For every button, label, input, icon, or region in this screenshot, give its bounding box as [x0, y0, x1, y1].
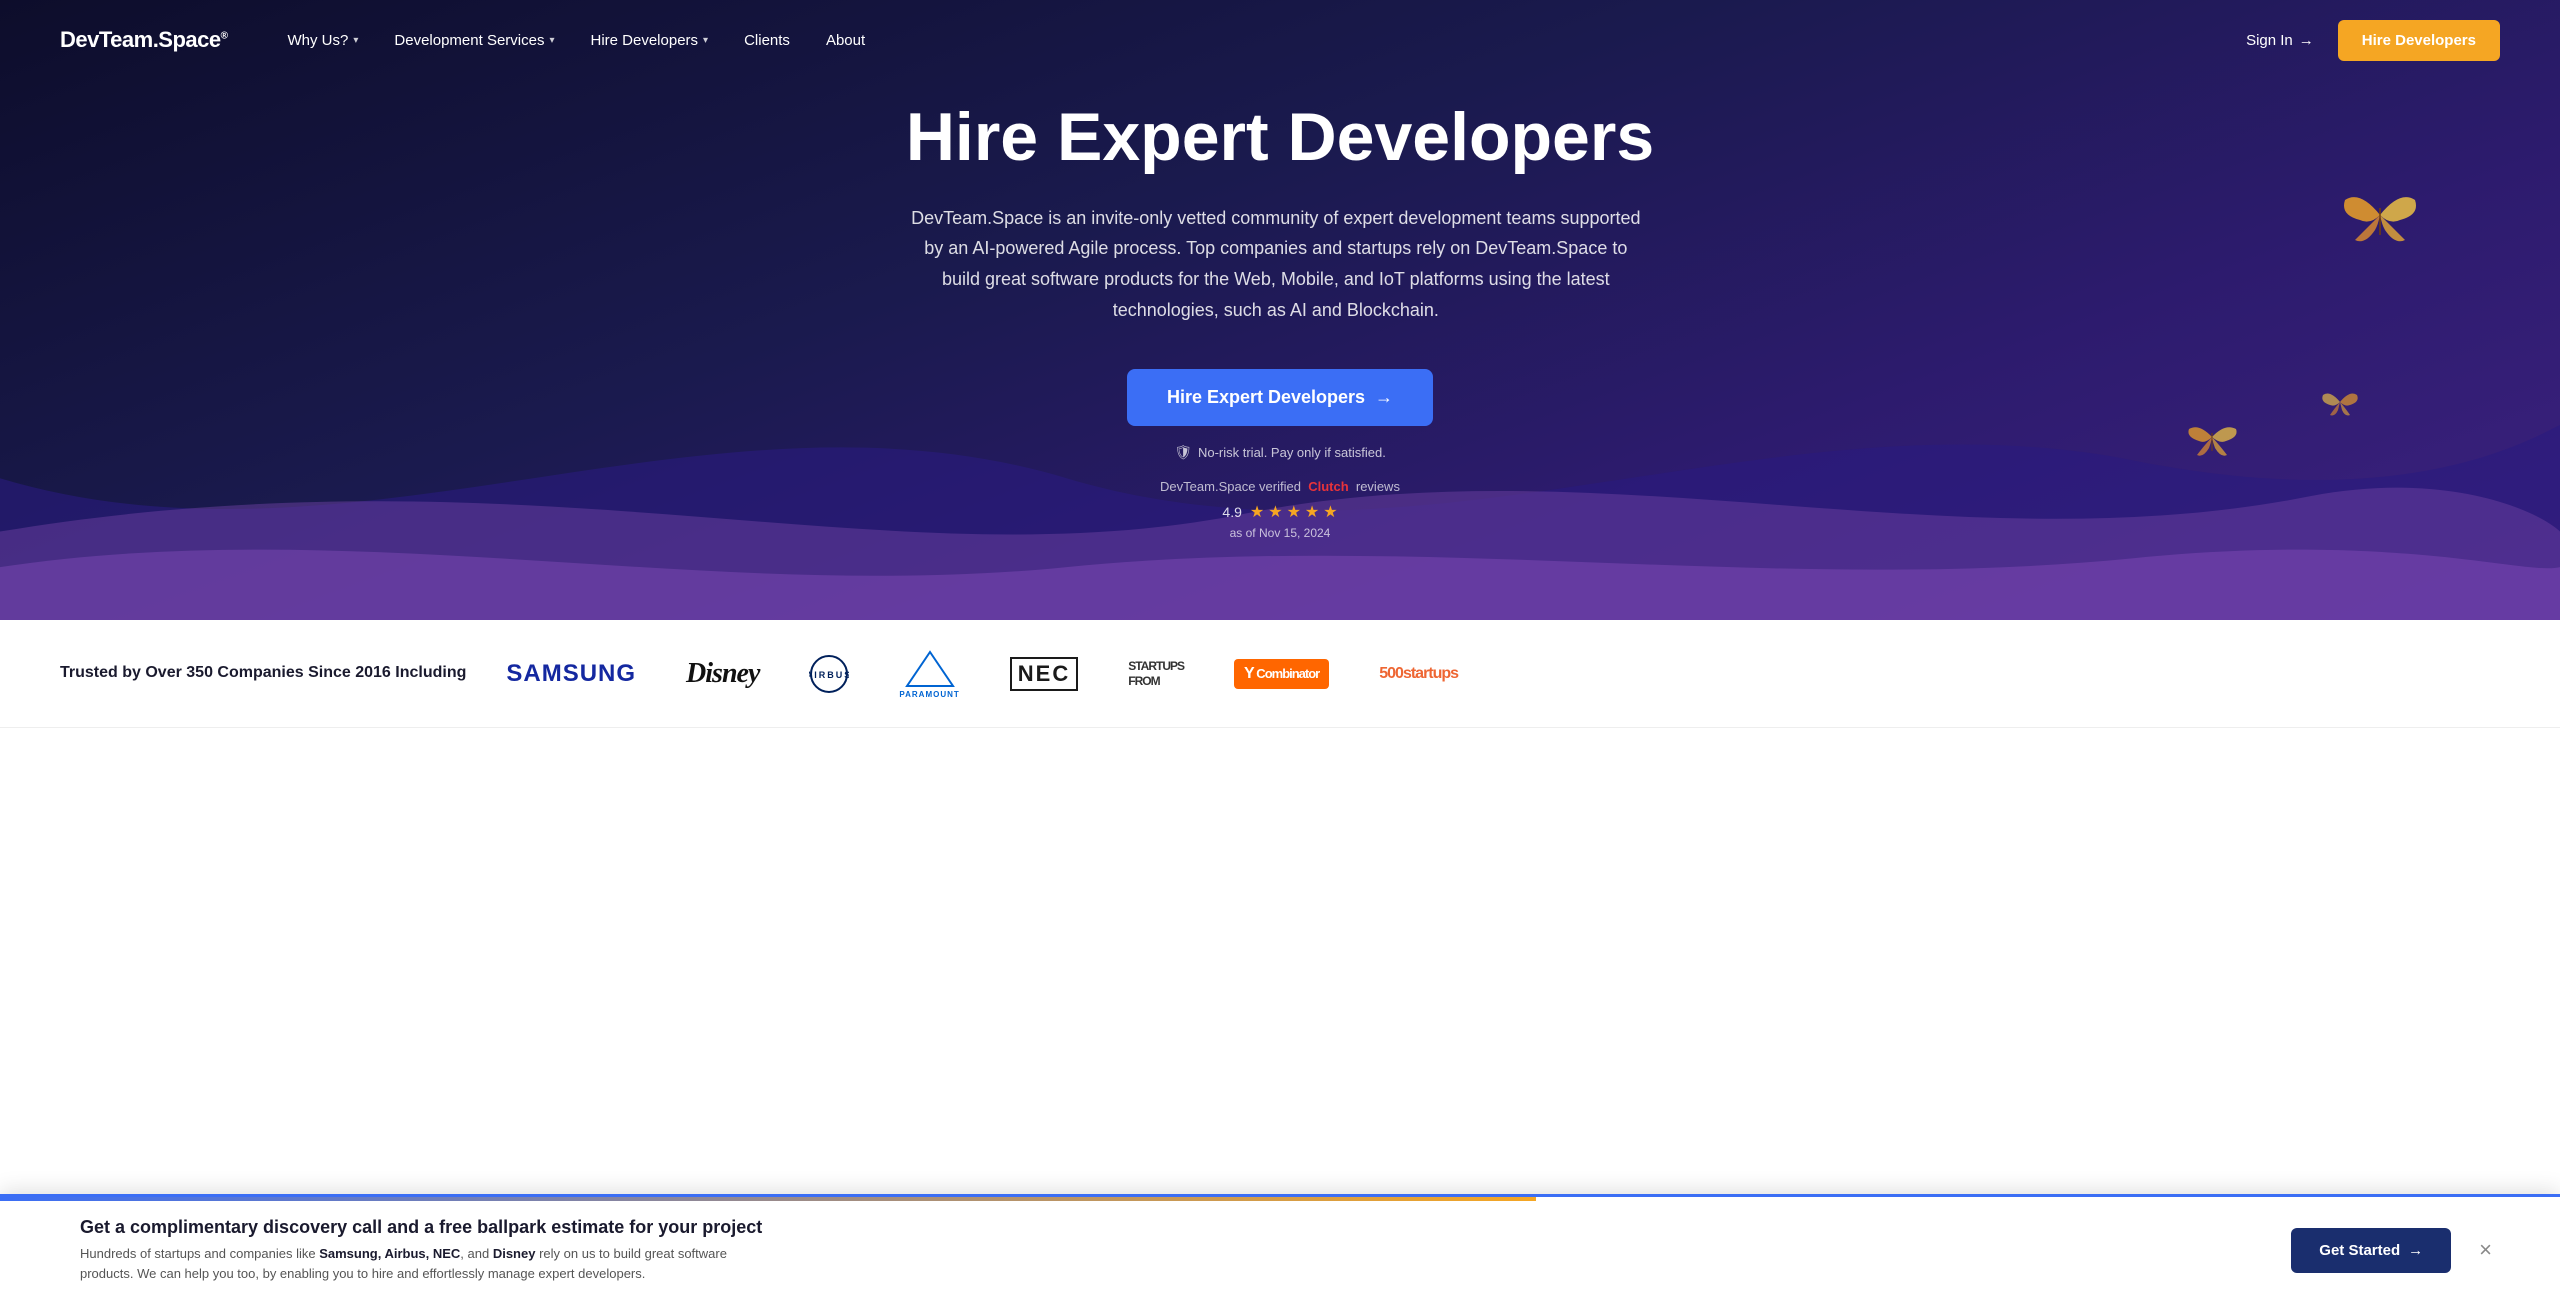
hire-developers-button[interactable]: Hire Developers: [2338, 20, 2500, 61]
company-logos-row: SAMSUNG Disney AIRBUS PARAMOUNT PARAMOUN…: [506, 648, 2500, 699]
hero-section: Hire Expert Developers DevTeam.Space is …: [0, 0, 2560, 620]
nav-hire-devs[interactable]: Hire Developers ▾: [591, 32, 709, 49]
popup-title: Get a complimentary discovery call and a…: [80, 1217, 780, 1238]
navbar: DevTeam.Space® Why Us? ▾ Development Ser…: [0, 0, 2560, 80]
popup-subtitle-before: Hundreds of startups and companies like: [80, 1246, 319, 1261]
nav-dev-services[interactable]: Development Services ▾: [394, 32, 554, 49]
arrow-icon: →: [1375, 387, 1393, 408]
sign-in-icon: →: [2299, 32, 2314, 49]
nav-about-label: About: [826, 32, 865, 49]
sign-in-label: Sign In: [2246, 32, 2293, 49]
paramount-mountain-icon: PARAMOUNT: [905, 648, 955, 690]
popup-right: Get Started → ×: [2291, 1228, 2500, 1273]
get-started-button[interactable]: Get Started →: [2291, 1228, 2451, 1273]
popup-progress-bar: [0, 1197, 1536, 1201]
shield-icon: 🛡: [1174, 444, 1192, 461]
star-1: ★: [1250, 502, 1264, 522]
butterfly-decoration-1: [2340, 180, 2420, 250]
popup-close-button[interactable]: ×: [2471, 1233, 2500, 1267]
sign-in-link[interactable]: Sign In →: [2246, 32, 2314, 49]
chevron-down-icon: ▾: [549, 35, 554, 46]
chevron-down-icon: ▾: [703, 35, 708, 46]
nav-about[interactable]: About: [826, 32, 865, 49]
nav-clients[interactable]: Clients: [744, 32, 790, 49]
clutch-row: DevTeam.Space verified Clutch reviews: [906, 479, 1654, 494]
popup-disney-highlight: Disney: [493, 1246, 536, 1261]
nav-why-us-label: Why Us?: [288, 32, 349, 49]
brand-trademark: ®: [221, 31, 228, 42]
samsung-logo: SAMSUNG: [506, 660, 636, 688]
trusted-headline: Trusted by Over 350 Companies Since 2016…: [60, 662, 466, 684]
clutch-text: DevTeam.Space verified: [1160, 479, 1301, 494]
chevron-down-icon: ▾: [353, 35, 358, 46]
hero-title: Hire Expert Developers: [906, 100, 1654, 175]
clutch-suffix: reviews: [1356, 479, 1400, 494]
brand-logo[interactable]: DevTeam.Space®: [60, 27, 228, 53]
popup-companies-highlight: Samsung, Airbus, NEC: [319, 1246, 460, 1261]
nec-logo: NEC: [1010, 657, 1078, 691]
star-5: ★: [1323, 502, 1337, 522]
hero-content: Hire Expert Developers DevTeam.Space is …: [906, 100, 1654, 540]
hero-subtitle: DevTeam.Space is an invite-only vetted c…: [906, 203, 1646, 325]
no-risk-label: No-risk trial. Pay only if satisfied.: [1198, 445, 1386, 460]
rating-date: as of Nov 15, 2024: [906, 526, 1654, 540]
popup-subtitle-mid: , and: [460, 1246, 493, 1261]
get-started-label: Get Started: [2319, 1242, 2400, 1259]
trusted-section: Trusted by Over 350 Companies Since 2016…: [0, 620, 2560, 728]
popup-subtitle: Hundreds of startups and companies like …: [80, 1244, 780, 1283]
stars-row: 4.9 ★ ★ ★ ★ ★: [906, 502, 1654, 522]
clutch-brand: Clutch: [1308, 479, 1348, 494]
star-3: ★: [1287, 502, 1301, 522]
rating-value: 4.9: [1222, 504, 1241, 520]
star-2: ★: [1268, 502, 1282, 522]
nav-why-us[interactable]: Why Us? ▾: [288, 32, 359, 49]
arrow-right-icon: →: [2408, 1242, 2423, 1259]
paramount-logo: PARAMOUNT PARAMOUNT: [899, 648, 959, 699]
startups-from-logo: STARTUPSFROM: [1128, 659, 1184, 688]
nav-hire-devs-label: Hire Developers: [591, 32, 699, 49]
star-4: ★: [1305, 502, 1319, 522]
nav-right: Sign In → Hire Developers: [2246, 20, 2500, 61]
no-risk-text: 🛡 No-risk trial. Pay only if satisfied.: [906, 444, 1654, 461]
nav-links: Why Us? ▾ Development Services ▾ Hire De…: [288, 32, 2247, 49]
500startups-logo: 500startups: [1379, 665, 1458, 683]
popup-banner: Get a complimentary discovery call and a…: [0, 1194, 2560, 1303]
nav-dev-services-label: Development Services: [394, 32, 544, 49]
nav-clients-label: Clients: [744, 32, 790, 49]
brand-name: DevTeam.Space: [60, 27, 221, 52]
y-combinator-logo: Y Combinator: [1234, 659, 1329, 689]
svg-text:AIRBUS: AIRBUS: [809, 670, 849, 680]
disney-logo: Disney: [686, 658, 759, 690]
hire-expert-developers-label: Hire Expert Developers: [1167, 387, 1365, 408]
popup-text-section: Get a complimentary discovery call and a…: [80, 1217, 780, 1283]
hire-expert-developers-button[interactable]: Hire Expert Developers →: [1127, 369, 1433, 426]
airbus-logo: AIRBUS: [809, 654, 849, 694]
airbus-circle-icon: AIRBUS: [809, 654, 849, 694]
